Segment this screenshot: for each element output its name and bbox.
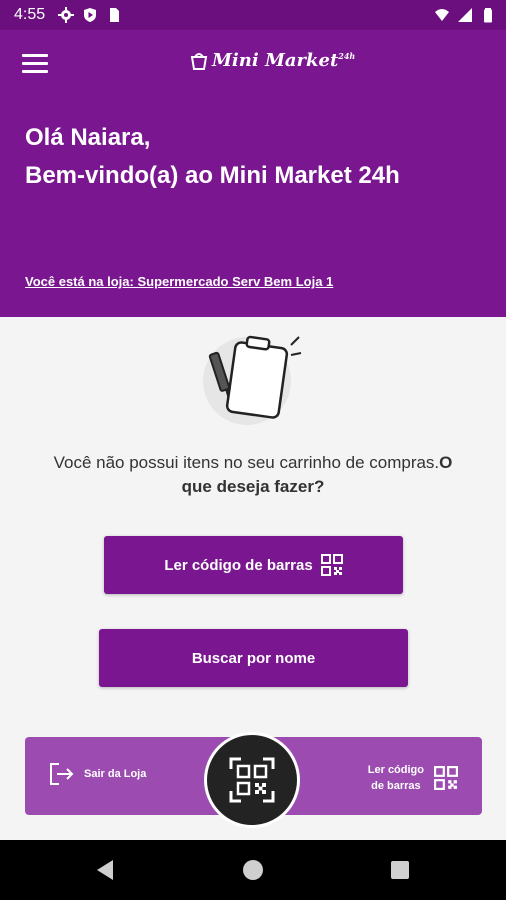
clipboard-pencil-icon xyxy=(203,335,302,425)
empty-cart-text: Você não possui itens no seu carrinho de… xyxy=(53,453,440,472)
main-content: Você não possui itens no seu carrinho de… xyxy=(0,317,506,840)
basket-icon xyxy=(190,52,208,70)
scan-barcode-label: Ler código de barras xyxy=(164,556,313,574)
hamburger-menu-icon[interactable] xyxy=(22,54,48,76)
sim-card-icon xyxy=(110,8,119,22)
wifi-icon xyxy=(435,9,449,21)
battery-icon xyxy=(484,8,492,23)
shield-play-icon xyxy=(84,8,96,22)
system-nav-bar xyxy=(0,840,506,900)
empty-cart-message: Você não possui itens no seu carrinho de… xyxy=(40,451,466,499)
greeting: Olá Naiara, Bem-vindo(a) ao Mini Market … xyxy=(25,119,400,195)
app-header: Mini Market24h Olá Naiara, Bem-vindo(a) … xyxy=(0,30,506,317)
bottom-scan-button[interactable]: Ler código de barras xyxy=(368,762,458,794)
status-icons-right xyxy=(434,7,496,23)
exit-store-button[interactable]: Sair da Loja xyxy=(49,762,146,786)
cell-signal-icon xyxy=(458,8,472,22)
search-by-name-button[interactable]: Buscar por nome xyxy=(99,629,408,687)
qr-code-icon xyxy=(434,766,458,790)
status-icons-left xyxy=(58,7,122,23)
qr-scan-icon xyxy=(229,757,275,803)
exit-store-label: Sair da Loja xyxy=(84,768,147,780)
scan-barcode-button[interactable]: Ler código de barras xyxy=(104,536,403,594)
status-time: 4:55 xyxy=(14,6,46,23)
scan-fab-button[interactable] xyxy=(204,732,300,828)
status-bar: 4:55 xyxy=(0,0,506,30)
greeting-line-2: Bem-vindo(a) ao Mini Market 24h xyxy=(25,162,400,189)
bottom-scan-label: Ler código de barras xyxy=(367,764,424,792)
logo-text: Mini Market24h xyxy=(212,50,356,71)
qr-code-icon xyxy=(320,554,343,576)
recent-apps-icon[interactable] xyxy=(391,861,409,879)
back-icon[interactable] xyxy=(97,860,113,880)
home-icon[interactable] xyxy=(243,860,263,880)
exit-icon xyxy=(50,763,74,785)
gear-icon xyxy=(58,7,74,23)
current-store-link[interactable]: Você está na loja: Supermercado Serv Bem… xyxy=(25,274,333,289)
greeting-line-1: Olá Naiara, xyxy=(25,124,151,151)
app-logo: Mini Market24h xyxy=(190,50,355,71)
